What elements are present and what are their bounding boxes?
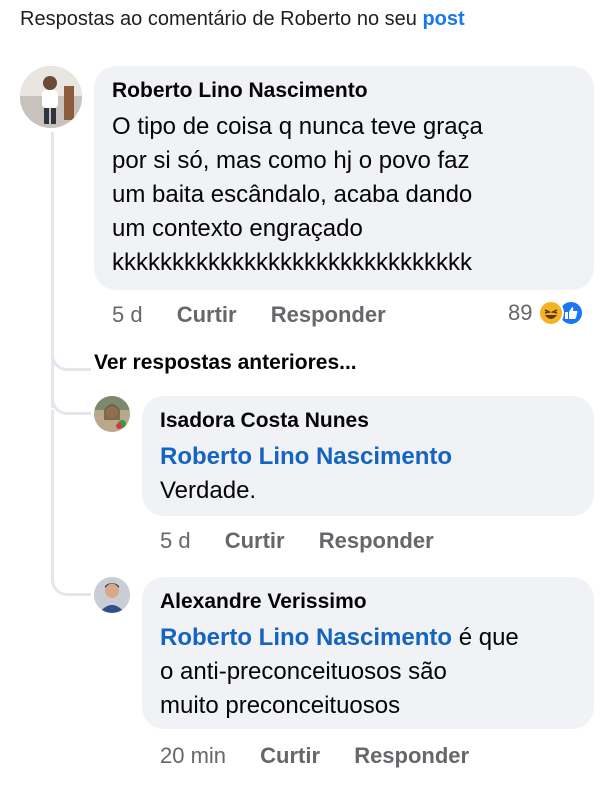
thread-branch <box>51 387 91 415</box>
reply-button[interactable]: Responder <box>354 743 469 768</box>
reply-button[interactable]: Responder <box>319 528 434 553</box>
comment-author[interactable]: Roberto Lino Nascimento <box>112 78 576 104</box>
reply-time[interactable]: 20 min <box>160 743 226 768</box>
post-link[interactable]: post <box>422 8 464 30</box>
avatar[interactable] <box>94 577 130 613</box>
avatar[interactable] <box>94 396 130 432</box>
avatar-photo-icon <box>94 577 130 613</box>
header-text: Respostas ao comentário de Roberto no se… <box>20 8 417 30</box>
reply-bubble: Isadora Costa Nunes Roberto Lino Nascime… <box>142 396 594 516</box>
comment-line: um contexto engraçado <box>112 215 363 242</box>
like-button[interactable]: Curtir <box>260 743 320 768</box>
reply-line: o anti-preconceituosos são <box>160 658 447 685</box>
comment-time[interactable]: 5 d <box>112 302 143 327</box>
reply-text: Roberto Lino Nascimento é que o anti-pre… <box>160 621 576 723</box>
reaction-count: 89 <box>508 300 533 325</box>
see-previous-replies-link[interactable]: Ver respostas anteriores... <box>94 351 357 375</box>
thread-line <box>51 132 54 370</box>
avatar-photo-icon <box>94 396 130 432</box>
thread-branch <box>51 343 91 371</box>
reply-text: Roberto Lino Nascimento Verdade. <box>160 440 576 508</box>
comment-line: O tipo de coisa q nunca teve graça <box>112 113 483 140</box>
comment-text: O tipo de coisa q nunca teve graça por s… <box>112 110 576 280</box>
comment-line: um baita escândalo, acaba dando <box>112 181 473 208</box>
avatar[interactable] <box>20 66 82 128</box>
reply-author[interactable]: Alexandre Verissimo <box>160 589 576 615</box>
reply-meta: 5 d Curtir Responder <box>160 528 462 554</box>
thread-line <box>51 410 54 580</box>
mention-link[interactable]: Roberto Lino Nascimento <box>160 443 452 470</box>
reply-bubble: Alexandre Verissimo Roberto Lino Nascime… <box>142 577 594 729</box>
avatar-photo-icon <box>20 66 82 128</box>
reply-meta: 20 min Curtir Responder <box>160 743 497 769</box>
comment-line: kkkkkkkkkkkkkkkkkkkkkkkkkkkkkk <box>112 249 472 276</box>
reply-time[interactable]: 5 d <box>160 528 191 553</box>
reply-line: Verdade. <box>160 477 257 504</box>
reply-text-inline: é que <box>452 624 519 651</box>
haha-icon <box>538 300 565 326</box>
thread-branch <box>51 568 91 596</box>
comment-bubble: Roberto Lino Nascimento O tipo de coisa … <box>94 66 594 290</box>
reply-line: muito preconceituosos <box>160 692 401 719</box>
mention-link[interactable]: Roberto Lino Nascimento <box>160 624 452 651</box>
comment-line: por si só, mas como hj o povo faz <box>112 147 470 174</box>
page-header: Respostas ao comentário de Roberto no se… <box>20 8 465 31</box>
reaction-summary[interactable]: 89 <box>508 300 585 326</box>
like-button[interactable]: Curtir <box>177 302 237 327</box>
reply-button[interactable]: Responder <box>271 302 386 327</box>
comment-meta: 5 d Curtir Responder <box>112 302 414 328</box>
like-button[interactable]: Curtir <box>225 528 285 553</box>
reply-author[interactable]: Isadora Costa Nunes <box>160 408 576 434</box>
